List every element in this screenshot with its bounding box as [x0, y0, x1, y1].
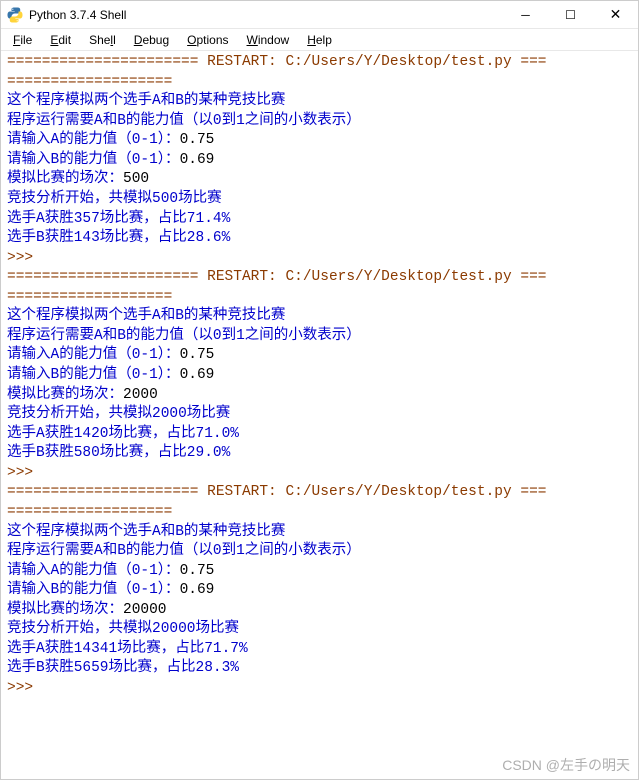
- output-line: 竞技分析开始，共模拟500场比赛: [7, 191, 222, 207]
- menu-edit[interactable]: Edit: [42, 32, 79, 48]
- window-title: Python 3.7.4 Shell: [29, 8, 503, 22]
- menu-window[interactable]: Window: [239, 32, 298, 48]
- prompt: >>>: [7, 465, 33, 481]
- minimize-button[interactable]: ─: [503, 1, 548, 28]
- input-value: 500: [123, 171, 149, 187]
- window-controls: ─ ☐ ✕: [503, 1, 638, 28]
- output-line: 模拟比赛的场次：: [7, 387, 123, 403]
- prompt: >>>: [7, 250, 33, 266]
- output-line: 竞技分析开始，共模拟20000场比赛: [7, 621, 239, 637]
- output-line: 请输入B的能力值（0-1）：: [7, 152, 180, 168]
- output-line: 选手B获胜580场比赛，占比29.0%: [7, 445, 230, 461]
- output-line: 程序运行需要A和B的能力值（以0到1之间的小数表示）: [7, 328, 361, 344]
- output-line: 这个程序模拟两个选手A和B的某种竞技比赛: [7, 524, 285, 540]
- restart-line: ====================== RESTART: C:/Users…: [7, 484, 547, 500]
- titlebar: Python 3.7.4 Shell ─ ☐ ✕: [1, 1, 638, 29]
- output-line: 选手A获胜357场比赛，占比71.4%: [7, 211, 230, 227]
- close-button[interactable]: ✕: [593, 1, 638, 28]
- restart-line: ====================== RESTART: C:/Users…: [7, 54, 547, 70]
- restart-line: ===================: [7, 289, 172, 305]
- watermark: CSDN @左手の明天: [502, 755, 630, 775]
- input-value: 20000: [123, 602, 167, 618]
- input-value: 0.75: [180, 347, 215, 363]
- output-line: 请输入A的能力值（0-1）：: [7, 347, 180, 363]
- restart-line: ====================== RESTART: C:/Users…: [7, 269, 547, 285]
- prompt: >>>: [7, 680, 33, 696]
- menu-debug[interactable]: Debug: [126, 32, 177, 48]
- menu-help[interactable]: Help: [299, 32, 340, 48]
- input-value: 0.75: [180, 563, 215, 579]
- python-icon: [7, 7, 23, 23]
- output-line: 请输入B的能力值（0-1）：: [7, 367, 180, 383]
- output-line: 请输入A的能力值（0-1）：: [7, 132, 180, 148]
- menubar: File Edit Shell Debug Options Window Hel…: [1, 29, 638, 51]
- output-line: 模拟比赛的场次：: [7, 602, 123, 618]
- output-line: 选手A获胜14341场比赛，占比71.7%: [7, 641, 248, 657]
- restart-line: ===================: [7, 74, 172, 90]
- input-value: 2000: [123, 387, 158, 403]
- maximize-button[interactable]: ☐: [548, 1, 593, 28]
- output-line: 竞技分析开始，共模拟2000场比赛: [7, 406, 230, 422]
- output-line: 程序运行需要A和B的能力值（以0到1之间的小数表示）: [7, 113, 361, 129]
- input-value: 0.75: [180, 132, 215, 148]
- restart-line: ===================: [7, 504, 172, 520]
- output-line: 模拟比赛的场次：: [7, 171, 123, 187]
- input-value: 0.69: [180, 582, 215, 598]
- output-line: 程序运行需要A和B的能力值（以0到1之间的小数表示）: [7, 543, 361, 559]
- output-line: 请输入A的能力值（0-1）：: [7, 563, 180, 579]
- output-line: 这个程序模拟两个选手A和B的某种竞技比赛: [7, 93, 285, 109]
- input-value: 0.69: [180, 152, 215, 168]
- input-value: 0.69: [180, 367, 215, 383]
- menu-file[interactable]: File: [5, 32, 40, 48]
- output-line: 选手B获胜5659场比赛，占比28.3%: [7, 660, 239, 676]
- output-line: 请输入B的能力值（0-1）：: [7, 582, 180, 598]
- shell-content[interactable]: ====================== RESTART: C:/Users…: [1, 51, 638, 701]
- output-line: 这个程序模拟两个选手A和B的某种竞技比赛: [7, 308, 285, 324]
- menu-options[interactable]: Options: [179, 32, 236, 48]
- menu-shell[interactable]: Shell: [81, 32, 124, 48]
- output-line: 选手B获胜143场比赛，占比28.6%: [7, 230, 230, 246]
- output-line: 选手A获胜1420场比赛，占比71.0%: [7, 426, 239, 442]
